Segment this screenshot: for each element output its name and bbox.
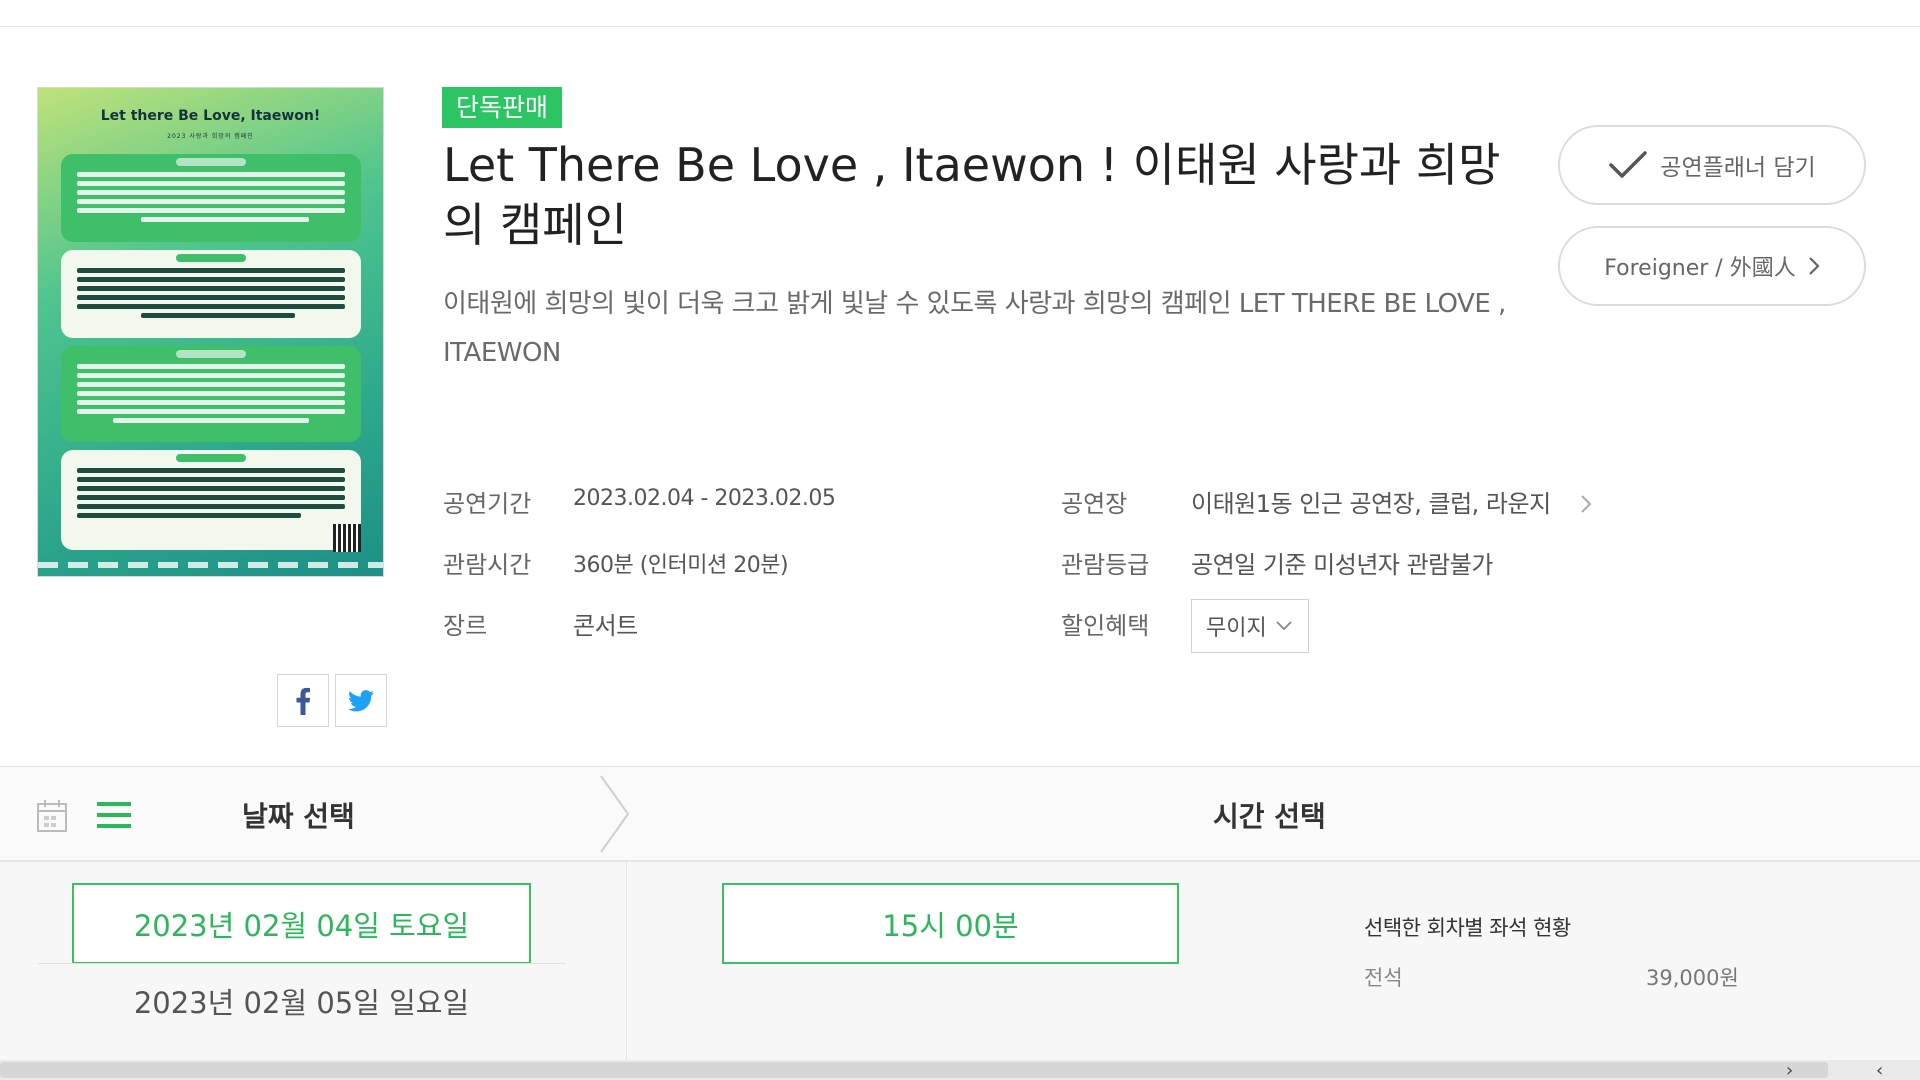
chevron-right-icon xyxy=(1808,257,1820,275)
chevron-down-icon xyxy=(1276,621,1292,631)
add-to-planner-button[interactable]: 공연플래너 담기 xyxy=(1558,125,1866,205)
poster-footer xyxy=(38,562,383,568)
poster-lineup-block xyxy=(61,250,361,338)
discount-label: 할인혜택 xyxy=(1061,612,1150,640)
tab-time-select[interactable]: 시간 선택 xyxy=(1213,795,1326,835)
poster-lineup-block xyxy=(61,450,361,550)
scroll-right-icon[interactable]: › xyxy=(1786,1060,1793,1080)
poster-tagline: 2023 사랑과 희망의 캠페인 xyxy=(167,133,254,140)
venue-link[interactable]: 이태원1동 인근 공연장, 클럽, 라운지 xyxy=(1191,484,1592,519)
poster-heading: Let there Be Love, Itaewon! xyxy=(100,108,321,124)
calendar-icon xyxy=(37,800,67,832)
list-view-button[interactable] xyxy=(97,800,131,834)
discount-select[interactable]: 무이지 xyxy=(1191,599,1309,653)
date-option-selected[interactable]: 2023년 02월 04일 토요일 xyxy=(72,883,531,964)
rating-value: 공연일 기준 미성년자 관람불가 xyxy=(1191,551,1493,579)
twitter-icon xyxy=(348,689,374,711)
facebook-icon xyxy=(296,687,311,715)
poster-lineup-block xyxy=(61,346,361,442)
seat-status-title: 선택한 회차별 좌석 현황 xyxy=(1364,916,1571,940)
scroll-left-icon[interactable]: ‹ xyxy=(1876,1060,1883,1080)
exclusive-sale-badge: 단독판매 xyxy=(442,87,563,128)
tab-date-select[interactable]: 날짜 선택 xyxy=(242,795,355,835)
scrollbar-thumb[interactable] xyxy=(0,1062,1828,1078)
checkmark-icon xyxy=(1609,151,1648,178)
runtime-label: 관람시간 xyxy=(443,551,532,579)
foreigner-button-label: Foreigner / 外國人 xyxy=(1604,256,1796,281)
seat-grade-label: 전석 xyxy=(1364,966,1403,990)
date-list-divider xyxy=(38,963,566,964)
venue-label: 공연장 xyxy=(1061,490,1128,518)
step-chevron-icon xyxy=(600,775,630,853)
page-title: Let There Be Love , Itaewon ! 이태원 사랑과 희망… xyxy=(443,138,1501,252)
poster-image: Let there Be Love, Itaewon! 2023 사랑과 희망의… xyxy=(37,87,384,577)
venue-value: 이태원1동 인근 공연장, 클럽, 라운지 xyxy=(1191,490,1551,518)
panel-divider xyxy=(626,862,627,1060)
facebook-share-button[interactable] xyxy=(277,674,329,727)
seat-price: 39,000원 xyxy=(1646,966,1739,990)
page-subtitle: 이태원에 희망의 빛이 더욱 크고 밝게 빛날 수 있도록 사랑과 희망의 캠페… xyxy=(443,289,1506,368)
time-option-selected[interactable]: 15시 00분 xyxy=(722,883,1179,964)
date-option[interactable]: 2023년 02월 05일 일요일 xyxy=(72,980,531,1022)
twitter-share-button[interactable] xyxy=(335,674,387,727)
period-value: 2023.02.04 - 2023.02.05 xyxy=(573,486,836,511)
runtime-value: 360분 (인터미션 20분) xyxy=(573,553,789,578)
genre-value: 콘서트 xyxy=(573,612,638,640)
planner-button-label: 공연플래너 담기 xyxy=(1660,155,1816,181)
genre-label: 장르 xyxy=(443,612,488,640)
poster-lineup-block xyxy=(61,154,361,242)
rating-label: 관람등급 xyxy=(1061,551,1150,579)
discount-select-value: 무이지 xyxy=(1206,616,1267,641)
period-label: 공연기간 xyxy=(443,490,532,518)
foreigner-button[interactable]: Foreigner / 外國人 xyxy=(1558,226,1866,306)
qr-code-icon xyxy=(333,524,361,552)
chevron-right-icon xyxy=(1581,495,1592,513)
calendar-view-button[interactable] xyxy=(36,799,68,837)
top-divider xyxy=(0,26,1920,27)
list-icon xyxy=(97,802,131,828)
